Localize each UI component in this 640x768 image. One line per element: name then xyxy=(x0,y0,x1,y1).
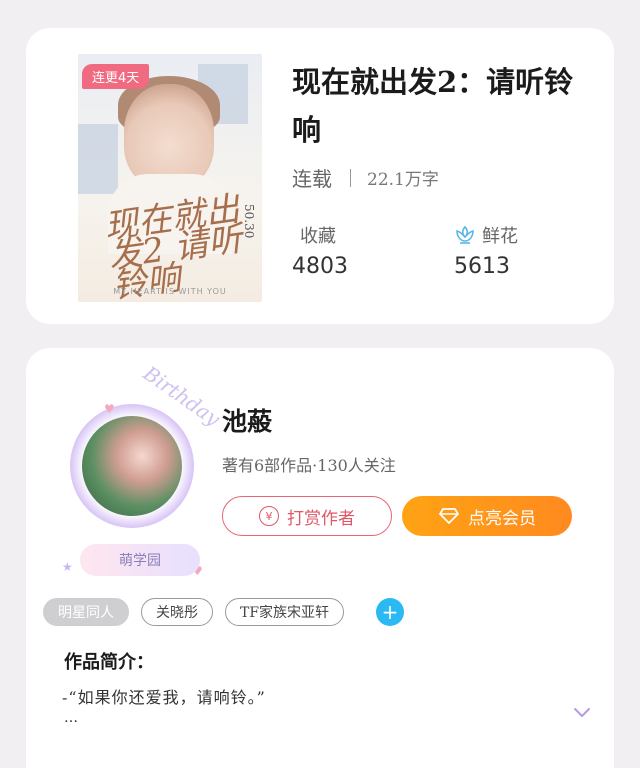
tag-list: 明星同人 关晓彤 TF家族宋亚轩 + xyxy=(43,598,405,626)
author-meta: 著有6部作品·130人关注 xyxy=(222,456,396,475)
cover-side-text: 50.30 xyxy=(242,204,256,239)
tip-author-label: 打赏作者 xyxy=(287,508,355,529)
diamond-icon xyxy=(439,508,459,524)
cover-title-art: 现在就出发2 请听铃响 xyxy=(101,188,245,302)
add-tag-button[interactable]: + xyxy=(376,598,405,626)
author-card: Birthday ♥ ♥ ★ 萌学园 池蒰 著有6部作品·130人关注 ¥ 打赏… xyxy=(26,348,614,768)
tag-item[interactable]: 关晓彤 xyxy=(141,598,213,626)
activate-vip-label: 点亮会员 xyxy=(468,508,536,529)
heart-icon: ♥ xyxy=(104,402,115,416)
update-streak-badge: 连更4天 xyxy=(82,64,150,89)
favorites-label: 收藏 xyxy=(300,226,336,247)
intro-title: 作品简介： xyxy=(64,652,154,673)
book-info-card: 连更4天 现在就出发2 请听铃响 50.30 MY HEART IS WITH … xyxy=(26,28,614,324)
favorites-count: 4803 xyxy=(292,254,348,279)
avatar-tag: 萌学园 xyxy=(80,544,200,576)
tag-item[interactable]: TF家族宋亚轩 xyxy=(225,598,345,626)
favorites-stat[interactable]: 收藏 4803 xyxy=(292,222,348,279)
tip-author-button[interactable]: ¥ 打赏作者 xyxy=(222,496,392,536)
book-status-row: 连载 22.1万字 xyxy=(292,163,439,192)
cover-figure xyxy=(124,84,214,188)
word-count: 22.1万字 xyxy=(367,170,439,190)
book-title: 现在就出发2：请听铃响 xyxy=(292,65,574,147)
flowers-count: 5613 xyxy=(454,254,510,279)
flowers-label: 鲜花 xyxy=(482,226,518,247)
star-icon: ★ xyxy=(62,560,73,574)
author-name[interactable]: 池蒰 xyxy=(222,402,272,438)
intro-ellipsis: … xyxy=(64,710,78,726)
tag-category[interactable]: 明星同人 xyxy=(43,598,129,626)
intro-text: -“如果你还爱我，请响铃。” xyxy=(62,688,266,707)
avatar xyxy=(82,416,182,516)
yen-icon: ¥ xyxy=(259,506,279,526)
chevron-down-icon[interactable] xyxy=(572,702,592,722)
cover-decoration xyxy=(78,124,118,194)
author-avatar-frame[interactable]: Birthday ♥ ♥ ★ 萌学园 xyxy=(52,361,225,578)
book-cover[interactable]: 连更4天 现在就出发2 请听铃响 50.30 MY HEART IS WITH … xyxy=(78,54,262,302)
serial-status: 连载 xyxy=(292,167,332,191)
activate-vip-button[interactable]: 点亮会员 xyxy=(402,496,572,536)
cover-footer-text: MY HEART IS WITH YOU xyxy=(113,287,227,296)
divider xyxy=(350,168,351,187)
flowers-stat[interactable]: 鲜花 5613 xyxy=(454,222,518,279)
flower-icon xyxy=(456,225,474,244)
